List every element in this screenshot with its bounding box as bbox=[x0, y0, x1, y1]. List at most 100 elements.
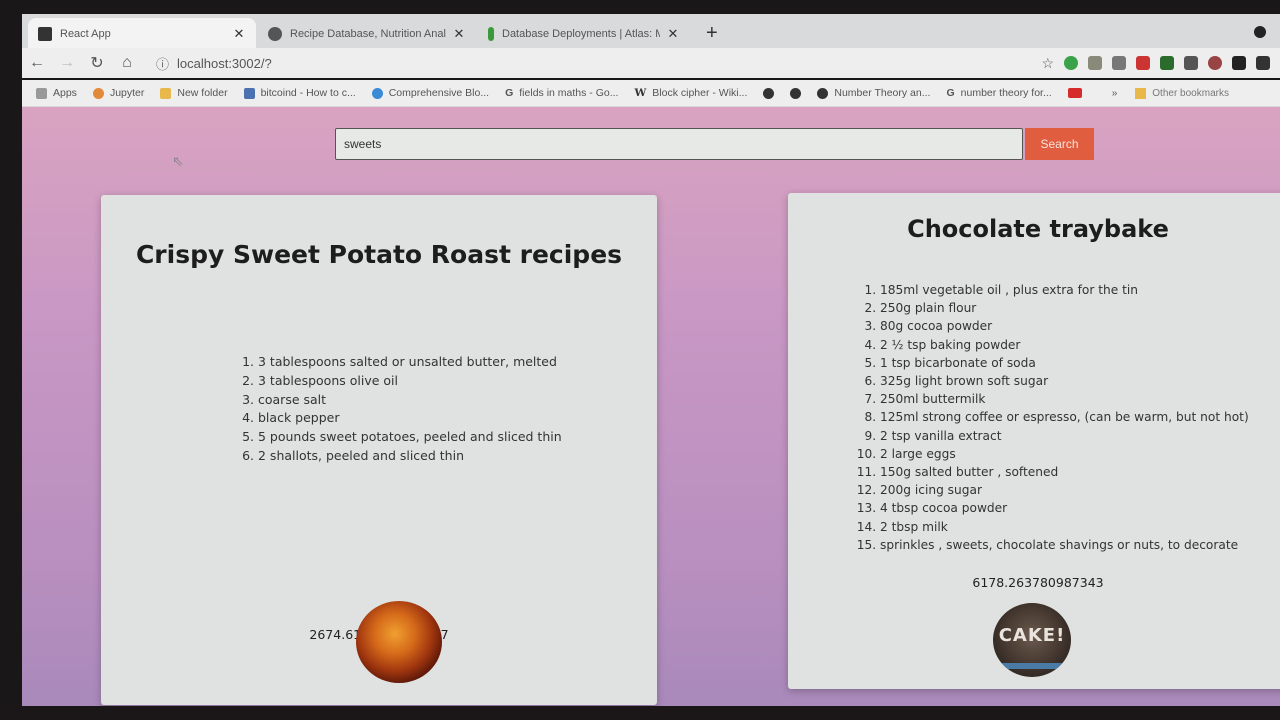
extension-icon[interactable] bbox=[1064, 56, 1078, 70]
bookmark-globe[interactable] bbox=[763, 87, 775, 99]
ingredient-item: 4 tbsp cocoa powder bbox=[880, 499, 1249, 517]
ingredient-item: 3 tablespoons salted or unsalted butter,… bbox=[258, 353, 562, 372]
extension-icon[interactable] bbox=[1232, 56, 1246, 70]
bookmark-label: fields in maths - Go... bbox=[519, 87, 619, 99]
bookmark-label: New folder bbox=[177, 87, 228, 99]
ingredient-item: 80g cocoa powder bbox=[880, 317, 1249, 335]
folder-icon bbox=[1135, 87, 1147, 99]
ingredient-item: sprinkles , sweets, chocolate shavings o… bbox=[880, 536, 1249, 554]
globe-icon bbox=[763, 87, 775, 99]
folder-icon bbox=[160, 87, 172, 99]
forward-arrow-icon[interactable]: → bbox=[52, 54, 82, 72]
extension-icon[interactable] bbox=[1136, 56, 1150, 70]
globe-icon bbox=[371, 87, 383, 99]
close-tab-icon[interactable]: ✕ bbox=[232, 26, 246, 42]
bookmark-bitcoind[interactable]: bitcoind - How to c... bbox=[243, 87, 356, 99]
ingredient-item: black pepper bbox=[258, 409, 562, 428]
close-tab-icon[interactable]: ✕ bbox=[666, 26, 680, 42]
bookmark-globe[interactable] bbox=[790, 87, 802, 99]
bookmark-label: bitcoind - How to c... bbox=[260, 87, 356, 99]
bookmark-jupyter[interactable]: Jupyter bbox=[92, 87, 145, 99]
tab-title: React App bbox=[60, 28, 111, 40]
ingredient-item: 2 large eggs bbox=[880, 445, 1249, 463]
chocolate-cake-photo: CAKE! bbox=[993, 603, 1071, 677]
globe-icon bbox=[817, 87, 829, 99]
info-icon[interactable]: ⓘ bbox=[156, 54, 169, 73]
ingredient-item: 250g plain flour bbox=[880, 299, 1249, 317]
search-button[interactable]: Search bbox=[1025, 128, 1094, 160]
google-icon: G bbox=[946, 87, 955, 99]
ingredient-list: 3 tablespoons salted or unsalted butter,… bbox=[236, 353, 562, 466]
extension-icon[interactable] bbox=[1160, 56, 1174, 70]
bookmark-comprehensive[interactable]: Comprehensive Blo... bbox=[371, 87, 490, 99]
home-icon[interactable]: ⌂ bbox=[112, 54, 142, 72]
search-input[interactable] bbox=[335, 128, 1023, 160]
profile-icon[interactable] bbox=[1254, 26, 1266, 38]
react-app-favicon-icon bbox=[38, 27, 52, 41]
extension-icon[interactable] bbox=[1256, 56, 1270, 70]
recipe-card: Crispy Sweet Potato Roast recipes 3 tabl… bbox=[101, 195, 657, 705]
bookmark-number-theory[interactable]: Number Theory an... bbox=[817, 87, 930, 99]
sweet-potato-roast-photo bbox=[356, 601, 442, 683]
apps-grid-icon bbox=[36, 87, 47, 99]
ingredient-item: 2 tbsp milk bbox=[880, 518, 1249, 536]
extension-icon[interactable] bbox=[1088, 56, 1102, 70]
reload-icon[interactable]: ↻ bbox=[82, 53, 112, 73]
bookmark-fields-in-maths[interactable]: Gfields in maths - Go... bbox=[505, 87, 618, 99]
tab-title: Recipe Database, Nutrition Anal bbox=[290, 28, 446, 40]
tab-title: Database Deployments | Atlas: M bbox=[502, 28, 660, 40]
youtube-icon bbox=[1067, 88, 1082, 98]
ingredient-item: 325g light brown soft sugar bbox=[880, 372, 1249, 390]
search-form: Search bbox=[335, 128, 1094, 160]
ingredient-item: 150g salted butter , softened bbox=[880, 463, 1249, 481]
address-bar[interactable]: ⓘ localhost:3002/? bbox=[156, 51, 976, 75]
new-tab-button[interactable]: + bbox=[706, 22, 718, 45]
bookmark-block-cipher[interactable]: W Block cipher - Wiki... bbox=[634, 87, 747, 99]
bookmark-apps[interactable]: Apps bbox=[36, 87, 77, 99]
recipe-title: Crispy Sweet Potato Roast recipes bbox=[135, 240, 623, 269]
page-icon bbox=[243, 87, 255, 99]
bookmark-label: number theory for... bbox=[960, 87, 1052, 99]
mongodb-leaf-icon bbox=[488, 27, 494, 41]
ingredient-item: 1 tsp bicarbonate of soda bbox=[880, 354, 1249, 372]
page-content: Search ⇖ Crispy Sweet Potato Roast recip… bbox=[22, 107, 1280, 720]
bookmark-label: Jupyter bbox=[109, 87, 145, 99]
extension-icons: ☆ bbox=[1041, 55, 1270, 72]
extension-icon[interactable] bbox=[1184, 56, 1198, 70]
tab-react-app[interactable]: React App ✕ bbox=[28, 18, 256, 50]
monitor-bezel bbox=[0, 706, 1280, 720]
bookmark-number-theory-for[interactable]: Gnumber theory for... bbox=[946, 87, 1051, 99]
ingredient-item: 5 pounds sweet potatoes, peeled and slic… bbox=[258, 428, 562, 447]
extension-icon[interactable] bbox=[1208, 56, 1222, 70]
ingredient-item: 2 ½ tsp baking powder bbox=[880, 336, 1249, 354]
ingredient-item: 3 tablespoons olive oil bbox=[258, 372, 562, 391]
ingredient-item: 125ml strong coffee or espresso, (can be… bbox=[880, 408, 1249, 426]
more-bookmarks-chevron-icon[interactable]: » bbox=[1112, 88, 1118, 99]
google-icon: G bbox=[505, 87, 514, 99]
bookmark-youtube[interactable] bbox=[1067, 88, 1082, 98]
recipe-score: 6178.263780987343 bbox=[972, 575, 1104, 590]
back-arrow-icon[interactable]: ← bbox=[22, 54, 52, 72]
ingredient-item: 2 tsp vanilla extract bbox=[880, 427, 1249, 445]
ingredient-list: 185ml vegetable oil , plus extra for the… bbox=[858, 281, 1249, 554]
cake-photo-text: CAKE! bbox=[998, 625, 1066, 646]
tab-recipe-database[interactable]: Recipe Database, Nutrition Anal ✕ bbox=[258, 18, 476, 50]
bookmark-label: Block cipher - Wiki... bbox=[652, 87, 748, 99]
bookmark-label: Comprehensive Blo... bbox=[388, 87, 490, 99]
extension-icon[interactable] bbox=[1112, 56, 1126, 70]
ingredient-item: 250ml buttermilk bbox=[880, 390, 1249, 408]
close-tab-icon[interactable]: ✕ bbox=[452, 26, 466, 42]
bookmark-new-folder[interactable]: New folder bbox=[160, 87, 228, 99]
ingredient-item: 185ml vegetable oil , plus extra for the… bbox=[880, 281, 1249, 299]
browser-tab-bar: React App ✕ Recipe Database, Nutrition A… bbox=[22, 14, 1280, 50]
ingredient-item: 2 shallots, peeled and sliced thin bbox=[258, 447, 562, 466]
globe-icon bbox=[268, 27, 282, 41]
wikipedia-icon: W bbox=[634, 87, 647, 99]
globe-icon bbox=[790, 87, 802, 99]
plate-shape bbox=[999, 663, 1065, 669]
other-bookmarks[interactable]: Other bookmarks bbox=[1135, 87, 1229, 99]
tab-atlas[interactable]: Database Deployments | Atlas: M ✕ bbox=[478, 18, 690, 50]
star-bookmark-icon[interactable]: ☆ bbox=[1041, 55, 1054, 72]
browser-toolbar: ← → ↻ ⌂ ⓘ localhost:3002/? ☆ bbox=[22, 48, 1280, 78]
bookmark-label: Number Theory an... bbox=[834, 87, 931, 99]
